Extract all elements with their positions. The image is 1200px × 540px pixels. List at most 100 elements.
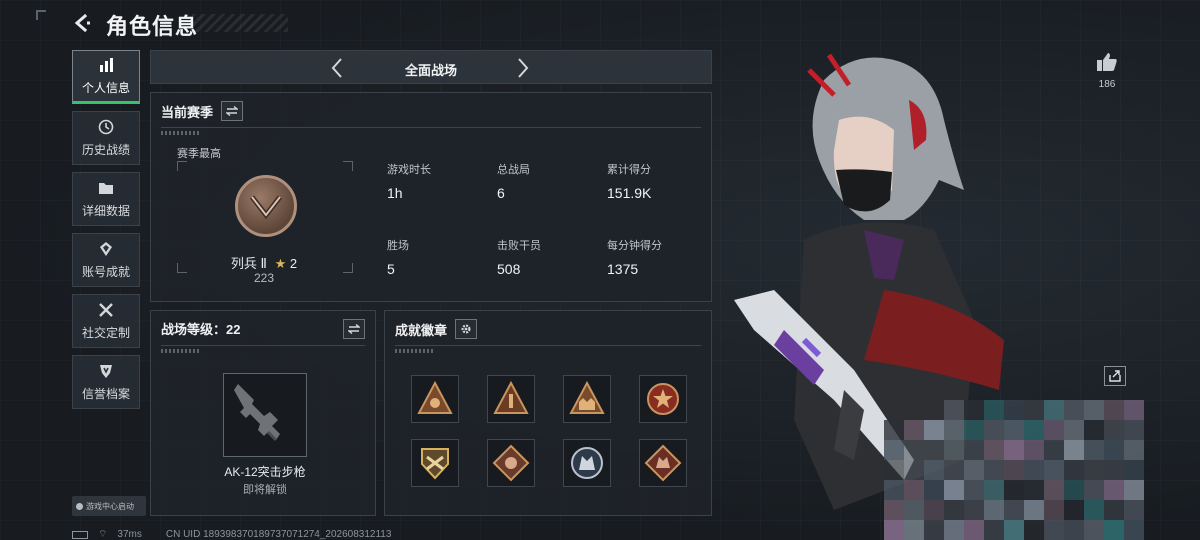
battlefield-level-switch-button[interactable] xyxy=(343,319,365,339)
mosaic-cell xyxy=(1004,520,1024,540)
mosaic-cell xyxy=(1104,460,1124,480)
stat-label: 每分钟得分 xyxy=(607,240,662,252)
pixelated-region xyxy=(884,400,1144,540)
mosaic-cell xyxy=(904,500,924,520)
mosaic-cell xyxy=(1124,420,1144,440)
mosaic-cell xyxy=(924,460,944,480)
mosaic-cell xyxy=(1104,480,1124,500)
mosaic-cell xyxy=(984,440,1004,460)
mosaic-cell xyxy=(964,520,984,540)
season-title: 当前赛季 xyxy=(161,104,214,120)
sidebar-item-social-custom[interactable]: 社交定制 xyxy=(72,294,140,348)
mosaic-cell xyxy=(884,480,904,500)
mosaic-cell xyxy=(1084,500,1104,520)
share-button[interactable] xyxy=(1104,366,1126,386)
mosaic-cell xyxy=(1124,480,1144,500)
launch-tag-label: 游戏中心启动 xyxy=(86,501,134,511)
sidebar-item-history[interactable]: 历史战绩 xyxy=(72,111,140,165)
mosaic-cell xyxy=(1084,420,1104,440)
mode-selector: 全面战场 xyxy=(150,50,712,84)
rank-name-row: 列兵 Ⅱ ★ 2 xyxy=(151,253,377,272)
divider xyxy=(161,127,701,128)
divider xyxy=(395,345,701,346)
swap-icon xyxy=(226,106,239,116)
mosaic-cell xyxy=(1004,420,1024,440)
mode-next-button[interactable] xyxy=(513,56,533,80)
medal-2[interactable] xyxy=(487,375,535,423)
page-title: 角色信息 xyxy=(106,14,199,39)
stat-value: 508 xyxy=(497,261,521,277)
mosaic-cell xyxy=(944,400,964,420)
mosaic-cell xyxy=(1084,460,1104,480)
medal-8[interactable] xyxy=(639,439,687,487)
medal-7[interactable] xyxy=(563,439,611,487)
battery-icon xyxy=(72,530,88,539)
mosaic-cell xyxy=(924,500,944,520)
like-button[interactable]: 186 xyxy=(1092,52,1122,90)
mosaic-cell xyxy=(944,460,964,480)
mosaic-cell xyxy=(1024,520,1044,540)
sidebar-item-credit-record[interactable]: 信誉档案 xyxy=(72,355,140,409)
mosaic-cell xyxy=(1004,400,1024,420)
mosaic-cell xyxy=(904,460,924,480)
mosaic-cell xyxy=(1004,500,1024,520)
corner-decoration xyxy=(36,10,46,20)
stat-value: 5 xyxy=(387,261,395,277)
sidebar-item-detailed-data[interactable]: 详细数据 xyxy=(72,172,140,226)
mosaic-cell xyxy=(964,480,984,500)
mosaic-cell xyxy=(1124,460,1144,480)
mosaic-cell xyxy=(1064,520,1084,540)
sidebar-item-achievements[interactable]: 账号成就 xyxy=(72,233,140,287)
clock-icon xyxy=(97,118,115,136)
medal-5[interactable] xyxy=(411,439,459,487)
mosaic-cell xyxy=(1104,440,1124,460)
weapon-unlock-card[interactable] xyxy=(223,373,307,457)
mosaic-cell xyxy=(1064,500,1084,520)
achievement-header: 成就徽章 xyxy=(395,319,478,339)
triangle-squad-badge-icon xyxy=(569,380,605,414)
stat-score-per-minute: 每分钟得分 1375 xyxy=(607,237,662,277)
mosaic-cell xyxy=(1064,480,1084,500)
stat-kills: 击败干员 508 xyxy=(497,237,541,277)
mosaic-cell xyxy=(1084,520,1104,540)
bar-chart-icon xyxy=(97,56,115,74)
sidebar-item-label: 详细数据 xyxy=(81,204,130,218)
sidebar-item-personal-info[interactable]: 个人信息 xyxy=(72,50,140,104)
divider-ticks xyxy=(161,131,201,135)
mosaic-cell xyxy=(1124,440,1144,460)
gear-icon xyxy=(461,324,471,334)
medal-4[interactable] xyxy=(639,375,687,423)
mosaic-cell xyxy=(1124,520,1144,540)
medal-3[interactable] xyxy=(563,375,611,423)
stat-play-time: 游戏时长 1h xyxy=(387,161,431,201)
mosaic-cell xyxy=(1104,400,1124,420)
sidebar-item-label: 信誉档案 xyxy=(81,387,130,401)
mosaic-cell xyxy=(1124,500,1144,520)
weapon-status: 即将解锁 xyxy=(243,484,287,496)
mosaic-cell xyxy=(1104,500,1124,520)
achievement-badges-panel: 成就徽章 xyxy=(384,310,712,516)
rank-name: 列兵 Ⅱ xyxy=(230,256,267,271)
mosaic-cell xyxy=(984,480,1004,500)
stat-value: 151.9K xyxy=(607,185,652,201)
battlefield-level-title: 战场等级：22 xyxy=(161,322,241,337)
mosaic-cell xyxy=(944,440,964,460)
medal-6[interactable] xyxy=(487,439,535,487)
rank-badge-icon xyxy=(235,175,297,237)
divider xyxy=(161,345,365,346)
mosaic-cell xyxy=(944,420,964,440)
stat-label: 胜场 xyxy=(387,240,409,252)
achievement-settings-button[interactable] xyxy=(455,319,478,339)
mosaic-cell xyxy=(904,420,924,440)
sidebar-item-label: 社交定制 xyxy=(81,326,130,340)
medal-1[interactable] xyxy=(411,375,459,423)
season-switch-button[interactable] xyxy=(221,101,244,121)
back-button[interactable] xyxy=(70,11,94,35)
mosaic-cell xyxy=(904,520,924,540)
stat-value: 1375 xyxy=(607,261,639,277)
stat-value: 6 xyxy=(497,185,505,201)
uid-text: CN UID 18939837018973707127​4_2026083121… xyxy=(165,529,392,540)
thumbs-up-icon xyxy=(1097,53,1117,71)
season-header: 当前赛季 xyxy=(161,101,244,121)
mosaic-cell xyxy=(1084,400,1104,420)
